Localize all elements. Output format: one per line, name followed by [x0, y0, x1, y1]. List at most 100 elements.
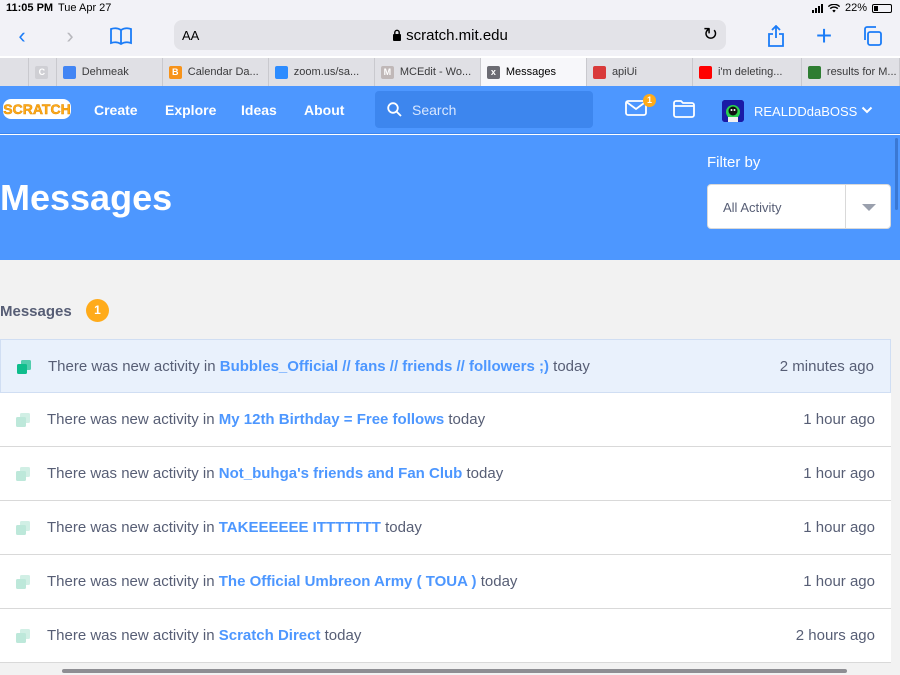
- lock-icon: [393, 29, 402, 41]
- browser-tab[interactable]: apiUi: [587, 58, 693, 86]
- message-time: 1 hour ago: [803, 519, 875, 536]
- message-prefix: There was new activity in: [47, 411, 215, 428]
- tab-favicon-icon: [62, 65, 76, 79]
- message-suffix: today: [480, 573, 518, 590]
- studio-activity-icon: [16, 629, 30, 643]
- message-time: 1 hour ago: [803, 573, 875, 590]
- message-count-badge: 1: [643, 94, 656, 107]
- page-title: Messages: [0, 177, 173, 218]
- tab-favicon-icon: x: [486, 65, 500, 79]
- battery-icon: [872, 3, 892, 13]
- messages-header: Messages Filter by All Activity: [0, 135, 900, 260]
- message-text: There was new activity in TAKEEEEEE ITTT…: [47, 519, 422, 536]
- message-row: There was new activity in The Official U…: [0, 555, 891, 609]
- browser-tab[interactable]: zoom.us/sa...: [269, 58, 375, 86]
- message-suffix: today: [448, 411, 486, 428]
- message-row: There was new activity in TAKEEEEEE ITTT…: [0, 501, 891, 555]
- message-time: 1 hour ago: [803, 411, 875, 428]
- status-date: Tue Apr 27: [58, 2, 112, 14]
- browser-tab[interactable]: M MCEdit - Wo...: [375, 58, 481, 86]
- filter-select[interactable]: All Activity: [707, 184, 891, 229]
- section-title: Messages: [0, 303, 72, 320]
- account-username[interactable]: REALDDdaBOSS: [754, 104, 857, 119]
- message-prefix: There was new activity in: [47, 627, 215, 644]
- svg-text:SCRATCH: SCRATCH: [3, 101, 70, 117]
- filter-label: Filter by: [707, 154, 761, 171]
- message-row: There was new activity in Scratch Direct…: [0, 609, 891, 663]
- tab-label: Calendar Da...: [187, 66, 259, 78]
- filter-selected-value: All Activity: [723, 200, 782, 215]
- search-box[interactable]: [375, 91, 593, 128]
- browser-tab[interactable]: Dehmeak: [57, 58, 163, 86]
- forward-icon[interactable]: ›: [56, 22, 84, 50]
- message-suffix: today: [324, 627, 362, 644]
- scrollbar[interactable]: [895, 138, 898, 210]
- tabs-overview-icon[interactable]: [858, 22, 886, 50]
- search-input[interactable]: [412, 100, 582, 120]
- nav-create-link[interactable]: Create: [94, 102, 138, 118]
- studio-activity-icon: [16, 467, 30, 481]
- bookmarks-icon[interactable]: [107, 22, 135, 50]
- message-prefix: There was new activity in: [47, 465, 215, 482]
- studio-activity-icon: [17, 360, 31, 374]
- status-time: 11:05 PM: [6, 2, 54, 14]
- tab-favicon-icon: [807, 65, 821, 79]
- my-stuff-folder-icon[interactable]: [673, 100, 695, 118]
- tab-favicon-icon: M: [380, 65, 394, 79]
- url-text: scratch.mit.edu: [174, 27, 726, 44]
- search-icon: [387, 102, 402, 117]
- url-label: scratch.mit.edu: [406, 27, 508, 44]
- browser-tab[interactable]: x Messages: [480, 58, 587, 86]
- address-bar[interactable]: AA scratch.mit.edu ↻: [174, 20, 726, 50]
- avatar[interactable]: [722, 100, 744, 122]
- wifi-icon: [827, 3, 840, 12]
- dropdown-arrow-icon[interactable]: [862, 204, 876, 211]
- message-suffix: today: [553, 358, 590, 375]
- message-suffix: today: [466, 465, 504, 482]
- message-text: There was new activity in Not_buhga's fr…: [47, 465, 503, 482]
- message-suffix: today: [385, 519, 422, 536]
- message-time: 2 hours ago: [795, 627, 875, 644]
- back-icon[interactable]: ‹: [8, 22, 36, 50]
- message-text: There was new activity in Bubbles_Offici…: [48, 358, 590, 375]
- message-row: There was new activity in Bubbles_Offici…: [0, 339, 891, 393]
- message-prefix: There was new activity in: [48, 358, 216, 375]
- reload-icon[interactable]: ↻: [703, 24, 718, 45]
- browser-tab[interactable]: results for M...: [802, 58, 900, 86]
- status-indicators: 22%: [811, 2, 892, 14]
- studio-link[interactable]: Scratch Direct: [219, 627, 321, 644]
- studio-link[interactable]: Not_buhga's friends and Fan Club: [219, 465, 463, 482]
- tab-label: Messages: [505, 66, 557, 78]
- studio-link[interactable]: TAKEEEEEE ITTTTTTT: [219, 519, 381, 536]
- new-tab-icon[interactable]: +: [810, 22, 838, 50]
- browser-tab[interactable]: i'm deleting...: [693, 58, 802, 86]
- message-prefix: There was new activity in: [47, 519, 215, 536]
- message-text: There was new activity in My 12th Birthd…: [47, 411, 485, 428]
- tab-favicon-icon: C: [35, 65, 49, 79]
- tab-label: apiUi: [611, 66, 638, 78]
- browser-tab[interactable]: C: [29, 58, 57, 86]
- nav-ideas-link[interactable]: Ideas: [241, 102, 277, 118]
- battery-percent: 22%: [844, 2, 867, 14]
- browser-tab[interactable]: B Calendar Da...: [163, 58, 269, 86]
- chevron-down-icon[interactable]: [861, 106, 873, 114]
- studio-link[interactable]: Bubbles_Official // fans // friends // f…: [220, 358, 549, 375]
- tab-strip: C Dehmeak B Calendar Da... zoom.us/sa... M MCE…: [0, 58, 900, 86]
- tab-favicon-icon: [592, 65, 606, 79]
- message-list: There was new activity in Bubbles_Offici…: [0, 339, 891, 663]
- share-icon[interactable]: [762, 22, 790, 50]
- scratch-logo[interactable]: SCRATCH: [2, 96, 72, 122]
- message-text: There was new activity in The Official U…: [47, 573, 517, 590]
- studio-link[interactable]: My 12th Birthday = Free follows: [219, 411, 444, 428]
- studio-activity-icon: [16, 413, 30, 427]
- user-avatar-icon: [722, 100, 744, 122]
- message-prefix: There was new activity in: [47, 573, 215, 590]
- nav-about-link[interactable]: About: [304, 102, 344, 118]
- tab-handle[interactable]: [0, 58, 30, 86]
- home-indicator[interactable]: [62, 669, 847, 673]
- tab-label: MCEdit - Wo...: [399, 66, 472, 78]
- tab-label: Dehmeak: [81, 66, 129, 78]
- filter-divider: [845, 185, 846, 228]
- nav-explore-link[interactable]: Explore: [165, 102, 216, 118]
- studio-link[interactable]: The Official Umbreon Army ( TOUA ): [219, 573, 477, 590]
